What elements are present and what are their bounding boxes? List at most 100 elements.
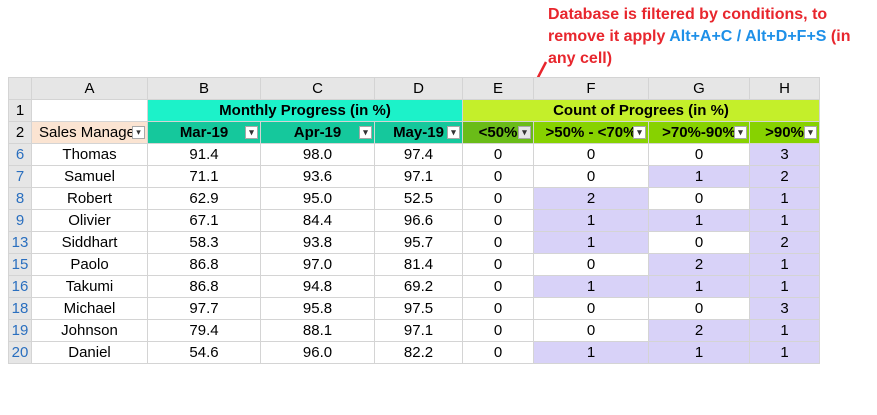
cell-50-to-70[interactable]: 0 [533,319,649,342]
cell-apr-19[interactable]: 84.4 [260,209,375,232]
row-header[interactable]: 15 [8,253,32,276]
cell-70-to-90[interactable]: 0 [648,143,750,166]
cell-below-50[interactable]: 0 [462,319,534,342]
cell-below-50[interactable]: 0 [462,187,534,210]
cell-sales-manager[interactable]: Robert [31,187,148,210]
cell-50-to-70[interactable]: 2 [533,187,649,210]
cell-mar-19[interactable]: 79.4 [147,319,261,342]
cell-sales-manager[interactable]: Samuel [31,165,148,188]
row-header[interactable]: 16 [8,275,32,298]
filter-dropdown-icon[interactable]: ▾ [734,126,747,139]
column-header-h[interactable]: H [749,77,820,100]
cell-sales-manager[interactable]: Paolo [31,253,148,276]
cell-below-50[interactable]: 0 [462,275,534,298]
cell-mar-19[interactable]: 67.1 [147,209,261,232]
filter-dropdown-icon[interactable]: ▾ [245,126,258,139]
header-50-to-70[interactable]: >50% - <70% ▾ [533,121,649,144]
cell-70-to-90[interactable]: 2 [648,253,750,276]
cell-may-19[interactable]: 82.2 [374,341,463,364]
cell-above-90[interactable]: 1 [749,187,820,210]
cell-above-90[interactable]: 2 [749,165,820,188]
cell-mar-19[interactable]: 71.1 [147,165,261,188]
cell-50-to-70[interactable]: 1 [533,209,649,232]
cell-50-to-70[interactable]: 1 [533,231,649,254]
cell-apr-19[interactable]: 97.0 [260,253,375,276]
cell-sales-manager[interactable]: Michael [31,297,148,320]
cell-may-19[interactable]: 69.2 [374,275,463,298]
row-header[interactable]: 19 [8,319,32,342]
cell-apr-19[interactable]: 88.1 [260,319,375,342]
cell-mar-19[interactable]: 54.6 [147,341,261,364]
cell-sales-manager[interactable]: Olivier [31,209,148,232]
row-header[interactable]: 1 [8,99,32,122]
filter-active-icon[interactable]: ▾ [518,126,531,139]
cell-apr-19[interactable]: 95.8 [260,297,375,320]
header-apr-19[interactable]: Apr-19 ▾ [260,121,375,144]
cell-50-to-70[interactable]: 0 [533,253,649,276]
cell-may-19[interactable]: 97.1 [374,165,463,188]
row-header[interactable]: 9 [8,209,32,232]
cell-apr-19[interactable]: 95.0 [260,187,375,210]
row-header[interactable]: 13 [8,231,32,254]
header-sales-manager[interactable]: Sales Manager ▾ [31,121,148,144]
cell-above-90[interactable]: 1 [749,275,820,298]
cell-may-19[interactable]: 52.5 [374,187,463,210]
header-may-19[interactable]: May-19 ▾ [374,121,463,144]
column-header-f[interactable]: F [533,77,649,100]
cell-70-to-90[interactable]: 1 [648,209,750,232]
cell-mar-19[interactable]: 58.3 [147,231,261,254]
header-below-50[interactable]: <50% ▾ [462,121,534,144]
header-above-90[interactable]: >90% ▾ [749,121,820,144]
filter-dropdown-icon[interactable]: ▾ [447,126,460,139]
column-header-b[interactable]: B [147,77,261,100]
row-header[interactable]: 2 [8,121,32,144]
cell-70-to-90[interactable]: 2 [648,319,750,342]
filter-dropdown-icon[interactable]: ▾ [359,126,372,139]
cell-70-to-90[interactable]: 1 [648,275,750,298]
cell-apr-19[interactable]: 93.8 [260,231,375,254]
count-progress-header[interactable]: Count of Progrees (in %) [462,99,820,122]
row-header[interactable]: 6 [8,143,32,166]
header-mar-19[interactable]: Mar-19 ▾ [147,121,261,144]
cell-sales-manager[interactable]: Johnson [31,319,148,342]
header-70-to-90[interactable]: >70%-90% ▾ [648,121,750,144]
cell-apr-19[interactable]: 98.0 [260,143,375,166]
cell-below-50[interactable]: 0 [462,209,534,232]
cell-may-19[interactable]: 96.6 [374,209,463,232]
row-header[interactable]: 7 [8,165,32,188]
row-header[interactable]: 8 [8,187,32,210]
cell-70-to-90[interactable]: 0 [648,297,750,320]
cell-below-50[interactable]: 0 [462,341,534,364]
cell-apr-19[interactable]: 94.8 [260,275,375,298]
cell-50-to-70[interactable]: 1 [533,341,649,364]
cell-above-90[interactable]: 2 [749,231,820,254]
cell-below-50[interactable]: 0 [462,253,534,276]
cell-70-to-90[interactable]: 1 [648,341,750,364]
cell-above-90[interactable]: 3 [749,143,820,166]
cell-may-19[interactable]: 95.7 [374,231,463,254]
filter-dropdown-icon[interactable]: ▾ [132,126,145,139]
cell-50-to-70[interactable]: 0 [533,165,649,188]
cell-apr-19[interactable]: 96.0 [260,341,375,364]
cell-may-19[interactable]: 97.4 [374,143,463,166]
cell-above-90[interactable]: 1 [749,319,820,342]
column-header-d[interactable]: D [374,77,463,100]
monthly-progress-header[interactable]: Monthly Progress (in %) [147,99,463,122]
cell-70-to-90[interactable]: 0 [648,187,750,210]
cell-mar-19[interactable]: 97.7 [147,297,261,320]
row-header[interactable]: 18 [8,297,32,320]
cell-may-19[interactable]: 97.1 [374,319,463,342]
cell-sales-manager[interactable]: Thomas [31,143,148,166]
column-header-c[interactable]: C [260,77,375,100]
cell-50-to-70[interactable]: 0 [533,143,649,166]
row-header[interactable]: 20 [8,341,32,364]
cell-below-50[interactable]: 0 [462,165,534,188]
cell-mar-19[interactable]: 86.8 [147,253,261,276]
cell-may-19[interactable]: 81.4 [374,253,463,276]
cell-may-19[interactable]: 97.5 [374,297,463,320]
cell-above-90[interactable]: 3 [749,297,820,320]
cell-50-to-70[interactable]: 1 [533,275,649,298]
cell-70-to-90[interactable]: 0 [648,231,750,254]
column-header-a[interactable]: A [31,77,148,100]
cell-below-50[interactable]: 0 [462,143,534,166]
